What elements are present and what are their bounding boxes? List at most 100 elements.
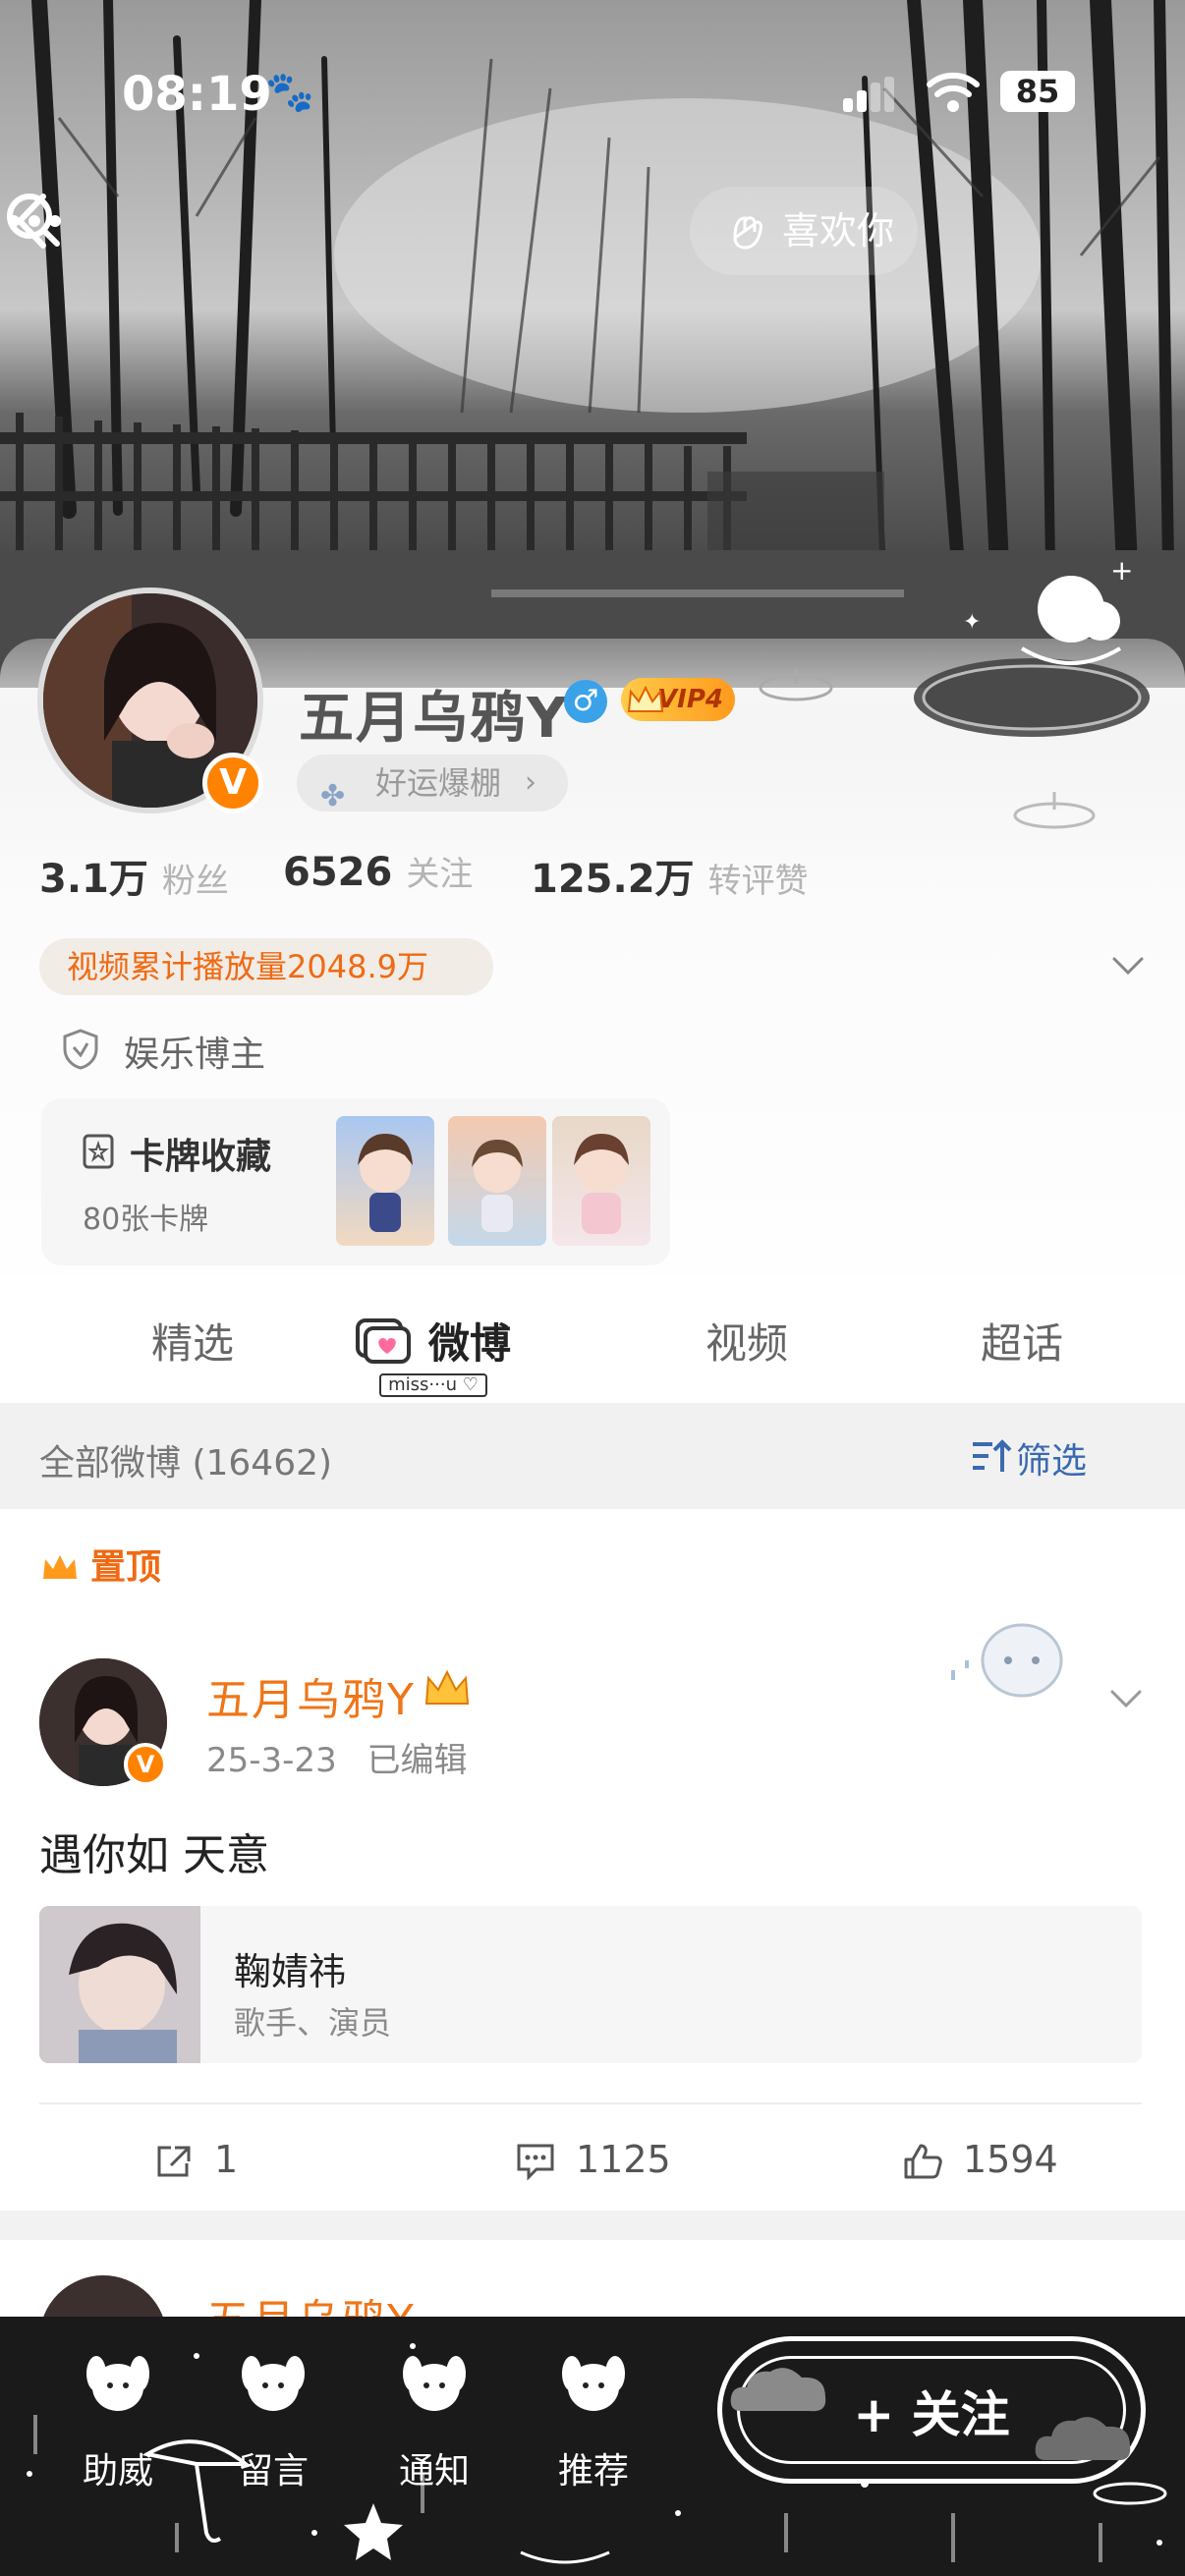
card-collection[interactable]: 卡牌收藏 80张卡牌 (41, 1098, 670, 1265)
chibi-card-image (472, 1140, 523, 1232)
status-bar: 08:19 🐾 85 (0, 61, 1185, 130)
puppy-mascot-icon (403, 2356, 466, 2411)
chibi-card-image (574, 1134, 629, 1234)
stat-value: 3.1万 (39, 857, 148, 902)
post-edited: 已编辑 (367, 1741, 468, 1780)
repost-count: 1 (214, 2138, 239, 2181)
gender-male-icon: ♂ (564, 680, 607, 723)
post-author[interactable]: 五月乌鸦Y (206, 1664, 416, 1727)
verified-badge: V (202, 753, 263, 813)
stat-value: 6526 (283, 850, 393, 895)
verified-badge: V (124, 1743, 167, 1786)
link-card-thumbnail (39, 1906, 200, 2063)
share-icon (157, 2146, 191, 2177)
card-thumbnail[interactable] (448, 1116, 546, 1246)
tab-weibo[interactable]: 微博 (428, 1311, 511, 1371)
paw-icon: 🐾 (265, 70, 314, 115)
signal-icon (843, 77, 894, 112)
post-date: 25-3-23 (206, 1741, 337, 1780)
card-collection-count: 80张卡牌 (83, 1203, 209, 1237)
recommend-button[interactable]: 推荐 (535, 2336, 652, 2492)
like-count: 1594 (963, 2138, 1058, 2181)
ripple-icon (759, 668, 833, 701)
cloud-sticker-icon: + ✦ (914, 554, 1150, 737)
chevron-down-icon[interactable] (1108, 951, 1148, 980)
pinned-post: 置顶 V 五月乌鸦Y 25-3-23 已编辑 遇你如 天意 鞠婧祎 歌手、演员 … (0, 1509, 1185, 2211)
tab-featured[interactable]: 精选 (151, 1311, 234, 1371)
puppy-mascot-icon (562, 2356, 625, 2411)
divider (39, 2102, 1142, 2104)
bunny-sticker-icon (951, 1623, 1063, 1698)
tab-super-topic[interactable]: 超话 (981, 1311, 1063, 1371)
cheer-label: 助威 (82, 2451, 153, 2492)
like-you-label: 喜欢你 (782, 209, 895, 252)
post-actions: 1 1125 1594 (0, 2118, 1185, 2207)
profile-tabs: 精选 微博 miss···u ♡ 视频 超话 (0, 1275, 1185, 1401)
filter-button[interactable]: 筛选 (1016, 1432, 1087, 1484)
stat-value: 125.2万 (531, 857, 695, 902)
cheer-button[interactable]: 助威 (59, 2336, 177, 2492)
message-label: 留言 (237, 2451, 309, 2492)
chevron-right-icon: › (525, 765, 536, 800)
card-thumbnail[interactable] (552, 1116, 650, 1246)
stat-label: 转评赞 (707, 862, 809, 901)
post-text: 遇你如 天意 (39, 1830, 269, 1880)
vip-badge[interactable]: VIP4 (621, 678, 735, 721)
feed-filter-bar: 全部微博 (16462) 筛选 (0, 1403, 1185, 1507)
puppy-mascot-icon (86, 2356, 149, 2411)
chevron-down-icon[interactable] (1106, 1686, 1146, 1713)
pinned-label: 置顶 (90, 1547, 162, 1588)
stat-following[interactable]: 6526 关注 (283, 847, 473, 895)
wifi-icon (927, 72, 980, 112)
svg-text:+: + (1110, 554, 1133, 587)
recommend-label: 推荐 (557, 2451, 629, 2492)
portrait-image (39, 1906, 200, 2063)
svg-text:✦: ✦ (963, 610, 981, 635)
card-collection-title: 卡牌收藏 (130, 1137, 272, 1177)
weibo-count: 全部微博 (16462) (39, 1443, 333, 1484)
hand-heart-icon (733, 216, 762, 250)
stat-label: 粉丝 (161, 862, 229, 901)
clover-icon: ✤ (320, 779, 346, 813)
follow-button[interactable]: + 关注 (717, 2336, 1146, 2484)
crown-icon (627, 685, 664, 712)
stat-interactions[interactable]: 125.2万 转评赞 (531, 847, 809, 904)
more-icon[interactable] (0, 187, 69, 255)
stat-followers[interactable]: 3.1万 粉丝 (39, 847, 229, 904)
post-meta: 25-3-23 已编辑 (206, 1733, 468, 1781)
crown-icon (424, 1669, 470, 1705)
link-card-title: 鞠婧祎 (234, 1950, 347, 1993)
message-button[interactable]: 留言 (214, 2336, 332, 2492)
notify-label: 通知 (398, 2451, 470, 2492)
puppy-mascot-icon (242, 2356, 305, 2411)
video-play-count: 视频累计播放量2048.9万 (39, 938, 493, 995)
miss-u-sticker: miss···u ♡ (379, 1373, 487, 1397)
ripple-icon (1013, 792, 1096, 829)
message-heart-icon (356, 1318, 411, 1364)
bottom-action-bar: 助威 留言 通知 推荐 + 关注 (0, 2317, 1185, 2576)
chibi-card-image (358, 1134, 413, 1232)
profile-name: 五月乌鸦Y (299, 687, 569, 751)
card-thumbnail[interactable] (336, 1116, 434, 1246)
battery-indicator: 85 (1000, 71, 1075, 112)
comment-count: 1125 (576, 2138, 671, 2181)
shield-icon (63, 1029, 98, 1070)
luck-tag[interactable]: ✤ 好运爆棚 › (297, 755, 568, 813)
notify-button[interactable]: 通知 (375, 2336, 493, 2492)
link-card[interactable]: 鞠婧祎 歌手、演员 (39, 1906, 1142, 2063)
status-time: 08:19 (122, 67, 272, 122)
follow-label: + 关注 (853, 2386, 1010, 2443)
crown-icon (43, 1555, 77, 1579)
comment-icon (517, 2144, 554, 2181)
card-collection-icon (83, 1134, 114, 1169)
like-you-button[interactable]: 喜欢你 (690, 187, 918, 275)
category-label: 娱乐博主 (124, 1035, 266, 1075)
link-card-subtitle: 歌手、演员 (234, 2004, 392, 2042)
top-nav: 喜欢你 (0, 187, 1185, 275)
tab-video[interactable]: 视频 (705, 1311, 788, 1371)
filter-icon[interactable] (971, 1438, 1012, 1476)
thumbs-up-icon (904, 2144, 942, 2179)
vip-label: VIP4 (657, 685, 723, 714)
stat-label: 关注 (406, 855, 474, 894)
luck-tag-label: 好运爆棚 (375, 764, 502, 802)
